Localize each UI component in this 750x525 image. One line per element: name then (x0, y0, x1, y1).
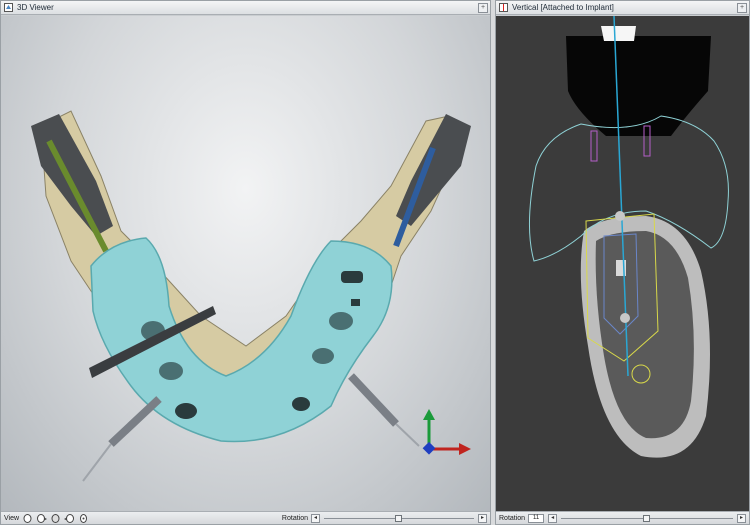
head-left-icon[interactable] (63, 513, 75, 523)
viewer-3d-panel: 3D Viewer + View Rotation ◂ ▸ (0, 0, 491, 525)
head-front-icon[interactable] (22, 513, 33, 523)
surgical-guide (90, 237, 393, 443)
head-back-icon[interactable] (50, 513, 61, 523)
section-view-icon (499, 3, 508, 12)
rotation-label-3d: Rotation (281, 514, 308, 522)
orientation-axes (422, 409, 471, 455)
rotation-slider-section[interactable] (561, 514, 733, 522)
vertical-section-panel: Vertical [Attached to Implant] + Rotatio… (495, 0, 750, 525)
pin-icon[interactable]: + (737, 3, 747, 13)
viewer-3d-viewport[interactable] (1, 16, 490, 511)
drill-right (348, 373, 420, 447)
drill-left (82, 396, 162, 482)
vertical-section-titlebar: Vertical [Attached to Implant] (496, 1, 749, 15)
rotation-label-section: Rotation (499, 514, 526, 522)
ct-section-viewport[interactable] (496, 16, 749, 511)
view-label: View (4, 514, 20, 522)
viewer-3d-titlebar: 3D Viewer (1, 1, 490, 15)
vertical-section-statusbar: Rotation 11 ◂ ▸ (496, 511, 749, 524)
rotation-left-button-section[interactable]: ◂ (548, 513, 558, 523)
head-side-icon[interactable] (36, 513, 48, 523)
rotation-slider-thumb-section[interactable] (643, 514, 651, 522)
rotation-right-button-3d[interactable]: ▸ (478, 513, 487, 523)
rotation-right-button-section[interactable]: ▸ (737, 513, 746, 523)
bright-artifact (601, 26, 636, 41)
rotation-slider-thumb-3d[interactable] (395, 514, 402, 522)
axis-handle-bottom[interactable] (620, 313, 630, 323)
axis-handle-top[interactable] (615, 211, 625, 221)
rotation-slider-3d[interactable] (324, 514, 474, 522)
pin-icon[interactable]: + (478, 3, 488, 13)
head-top-icon[interactable] (78, 513, 89, 523)
viewer-3d-statusbar: View Rotation ◂ ▸ (1, 511, 490, 524)
rotation-left-button-3d[interactable]: ◂ (311, 513, 320, 523)
rotation-value[interactable]: 11 (528, 513, 545, 523)
viewer-3d-title: 3D Viewer (17, 3, 54, 12)
vertical-section-title: Vertical [Attached to Implant] (512, 3, 614, 12)
viewer-3d-icon (4, 3, 13, 12)
